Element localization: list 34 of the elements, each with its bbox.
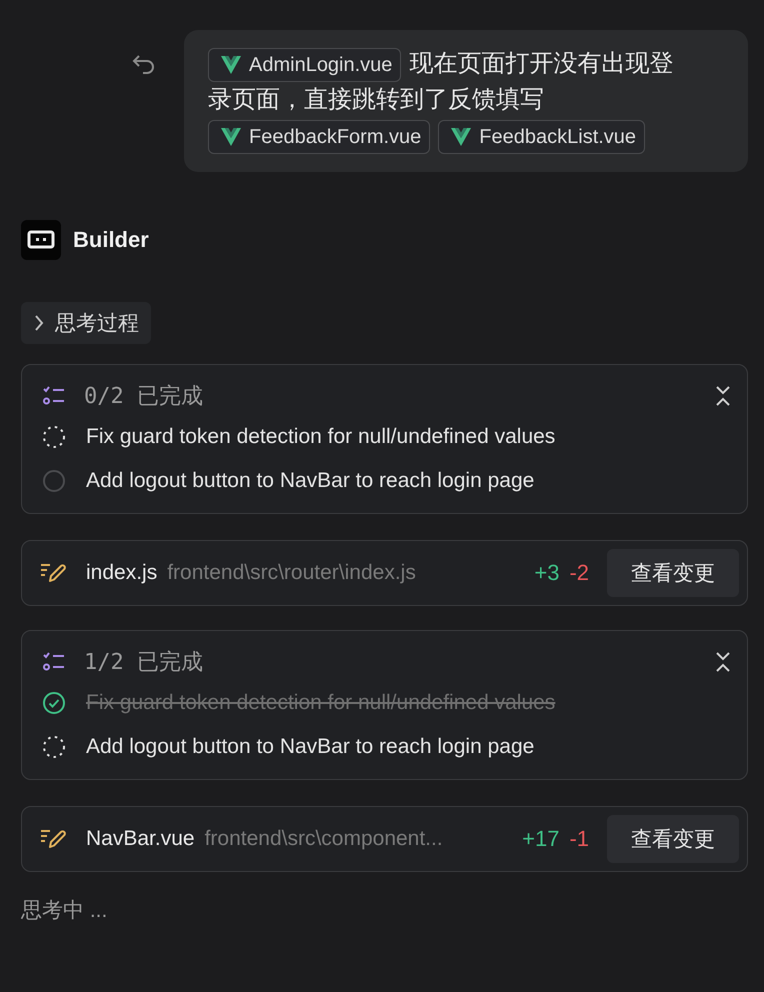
view-changes-button[interactable]: 查看变更 [607,549,739,597]
removed-count: -2 [569,560,589,586]
collapse-icon[interactable] [715,651,731,673]
file-chip[interactable]: FeedbackList.vue [438,120,646,154]
vue-logo-icon [451,128,472,146]
status-text: 思考中 ... [21,898,108,924]
file-name: index.js [86,561,158,585]
file-path: frontend\src\router\index.js [167,561,417,585]
vue-logo-icon [221,56,241,74]
file-chip[interactable]: FeedbackForm.vue [208,120,430,154]
message-text: 录页面，直接跳转到了反馈填写 [208,85,544,115]
checklist-icon [42,651,66,673]
view-changes-button[interactable]: 查看变更 [607,815,739,863]
undo-icon[interactable] [132,54,156,76]
added-count: +17 [522,826,560,852]
todo-item-text: Add logout button to NavBar to reach login page [86,735,534,759]
collapse-icon[interactable] [715,385,731,407]
thinking-toggle[interactable]: 思考过程 [21,302,151,344]
vue-logo-icon [221,128,241,146]
todo-item-text: Fix guard token detection for null/undefined values [86,425,556,449]
edit-icon [40,562,68,584]
file-path: frontend\src\component... [204,827,444,851]
todo-item-text: Fix guard token detection for null/undefined values [86,691,556,715]
bot-avatar-icon [21,220,61,260]
added-count: +3 [534,560,560,586]
checklist-icon [42,385,66,407]
edit-icon [40,828,68,850]
message-text: 现在页面打开没有出现登 [409,49,674,79]
agent-name: Builder [73,227,149,253]
file-chip[interactable]: AdminLogin.vue [208,48,402,82]
file-name: NavBar.vue [86,827,195,851]
chevron-icon [33,314,45,332]
todo-item-text: Add logout button to NavBar to reach login page [86,469,534,493]
removed-count: -1 [569,826,589,852]
